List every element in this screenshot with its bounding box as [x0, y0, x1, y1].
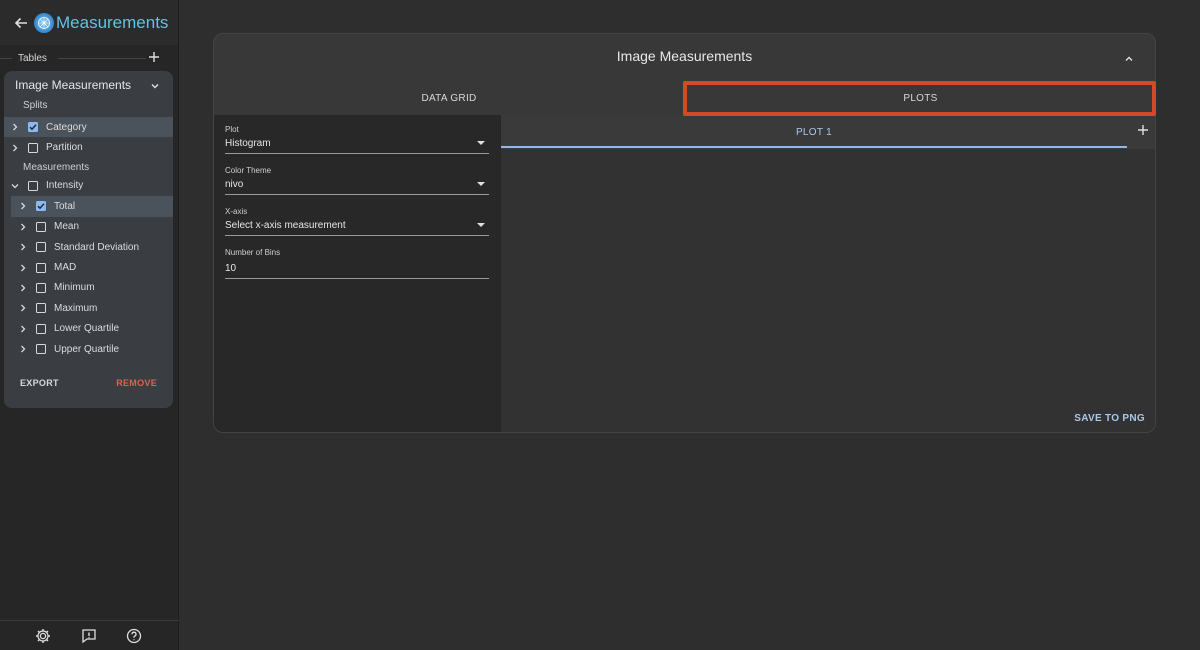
color-theme-select[interactable]: Color Theme nivo: [225, 166, 489, 195]
checkbox-icon[interactable]: [28, 180, 38, 191]
tables-header: Tables: [0, 46, 178, 70]
plot-tab-bar: PLOT 1: [501, 115, 1155, 149]
tab-data-grid[interactable]: DATA GRID: [214, 82, 684, 114]
bins-value[interactable]: 10: [225, 260, 489, 278]
measurement-label: Maximum: [54, 302, 98, 314]
plot-select-value: Histogram: [225, 137, 489, 153]
checkbox-icon[interactable]: [36, 221, 46, 232]
chevron-right-icon[interactable]: [18, 303, 28, 313]
measurement-label: MAD: [54, 262, 77, 274]
chevron-right-icon[interactable]: [10, 143, 20, 153]
chevron-right-icon[interactable]: [18, 324, 28, 334]
checkbox-icon[interactable]: [36, 344, 46, 355]
measurements-label: Measurements: [23, 161, 90, 173]
plot-select[interactable]: Plot Histogram: [225, 125, 489, 154]
measurement-row-upper-quartile[interactable]: Upper Quartile: [11, 339, 173, 359]
add-table-icon[interactable]: [146, 49, 162, 65]
measurement-label: Total: [54, 200, 76, 212]
feedback-icon[interactable]: [80, 627, 98, 645]
help-icon[interactable]: [125, 627, 143, 645]
export-button[interactable]: EXPORT: [20, 378, 59, 388]
chevron-down-icon[interactable]: [10, 181, 20, 191]
checkbox-icon[interactable]: [36, 242, 46, 253]
measurement-row-maximum[interactable]: Maximum: [11, 298, 173, 318]
measurement-row-total[interactable]: Total: [11, 196, 173, 217]
measurement-label: Lower Quartile: [54, 323, 120, 335]
measurement-group-label: Intensity: [46, 180, 84, 192]
tab-plot-1[interactable]: PLOT 1: [501, 115, 1127, 149]
checkbox-checked-icon[interactable]: [28, 122, 38, 133]
back-arrow-icon[interactable]: [12, 14, 30, 32]
checkbox-checked-icon[interactable]: [36, 201, 46, 212]
x-axis-select[interactable]: X-axis Select x-axis measurement: [225, 207, 489, 236]
checkbox-icon[interactable]: [36, 323, 46, 334]
dropdown-arrow-icon[interactable]: [477, 223, 485, 227]
save-to-png-button[interactable]: SAVE TO PNG: [1074, 413, 1145, 424]
bins-input[interactable]: Number of Bins 10: [225, 248, 489, 279]
measurement-group-row[interactable]: Intensity: [4, 176, 173, 196]
panel-title: Image Measurements: [616, 48, 753, 64]
split-label: Partition: [46, 142, 83, 154]
measurement-label: Minimum: [54, 282, 95, 294]
split-row-category[interactable]: Category: [4, 117, 173, 138]
color-theme-label: Color Theme: [225, 166, 272, 175]
checkbox-icon[interactable]: [36, 262, 46, 273]
chevron-right-icon[interactable]: [18, 222, 28, 232]
measurement-row-lower-quartile[interactable]: Lower Quartile: [11, 319, 173, 339]
tables-label: Tables: [18, 52, 47, 64]
panel-tabs: DATA GRID PLOTS: [214, 82, 1155, 114]
sidebar-header: Measurements: [0, 0, 178, 45]
checkbox-icon[interactable]: [36, 282, 46, 293]
plot-controls: Plot Histogram Color Theme nivo X-axis S…: [214, 115, 500, 432]
measurement-row-minimum[interactable]: Minimum: [11, 278, 173, 298]
table-card-header[interactable]: Image Measurements: [4, 71, 173, 99]
measurement-row-std[interactable]: Standard Deviation: [11, 237, 173, 257]
add-plot-icon[interactable]: [1136, 123, 1150, 137]
x-axis-label: X-axis: [225, 207, 248, 216]
tab-indicator: [501, 146, 1127, 148]
chevron-right-icon[interactable]: [18, 242, 28, 252]
chevron-right-icon[interactable]: [18, 344, 28, 354]
plot-select-label: Plot: [225, 125, 239, 134]
app-title: Measurements: [56, 12, 169, 32]
splits-label: Splits: [23, 100, 48, 111]
chevron-right-icon[interactable]: [10, 122, 20, 132]
split-row-partition[interactable]: Partition: [4, 137, 173, 157]
measurement-label: Upper Quartile: [54, 343, 120, 355]
x-axis-value: Select x-axis measurement: [225, 219, 489, 235]
sidebar: Measurements Tables Image Measurements S…: [0, 0, 179, 650]
chevron-right-icon[interactable]: [18, 201, 28, 211]
checkbox-icon[interactable]: [28, 142, 38, 153]
table-card-actions: EXPORT REMOVE: [4, 378, 173, 392]
plot-area: PLOT 1 SAVE TO PNG: [500, 115, 1155, 432]
remove-button[interactable]: REMOVE: [116, 378, 157, 388]
measurement-row-mad[interactable]: MAD: [11, 257, 173, 277]
chevron-right-icon[interactable]: [18, 283, 28, 293]
measurement-row-mean[interactable]: Mean: [11, 217, 173, 237]
checkbox-icon[interactable]: [36, 303, 46, 314]
sidebar-footer: [0, 620, 179, 650]
measurement-label: Standard Deviation: [54, 241, 140, 253]
chevron-right-icon[interactable]: [18, 263, 28, 273]
bins-label: Number of Bins: [225, 248, 281, 257]
dropdown-arrow-icon[interactable]: [477, 182, 485, 186]
split-label: Category: [46, 121, 87, 133]
tab-plots[interactable]: PLOTS: [684, 82, 1155, 114]
dropdown-arrow-icon[interactable]: [477, 141, 485, 145]
color-theme-value: nivo: [225, 178, 489, 194]
table-card: Image Measurements Splits Category Parti…: [4, 71, 173, 408]
app-logo-icon: [34, 12, 54, 33]
chevron-down-icon[interactable]: [149, 79, 161, 91]
measurements-panel: Image Measurements DATA GRID PLOTS Plot …: [213, 33, 1156, 433]
gear-icon[interactable]: [34, 627, 52, 645]
table-title: Image Measurements: [15, 78, 132, 92]
measurement-label: Mean: [54, 221, 80, 233]
chevron-up-icon[interactable]: [1123, 52, 1135, 64]
